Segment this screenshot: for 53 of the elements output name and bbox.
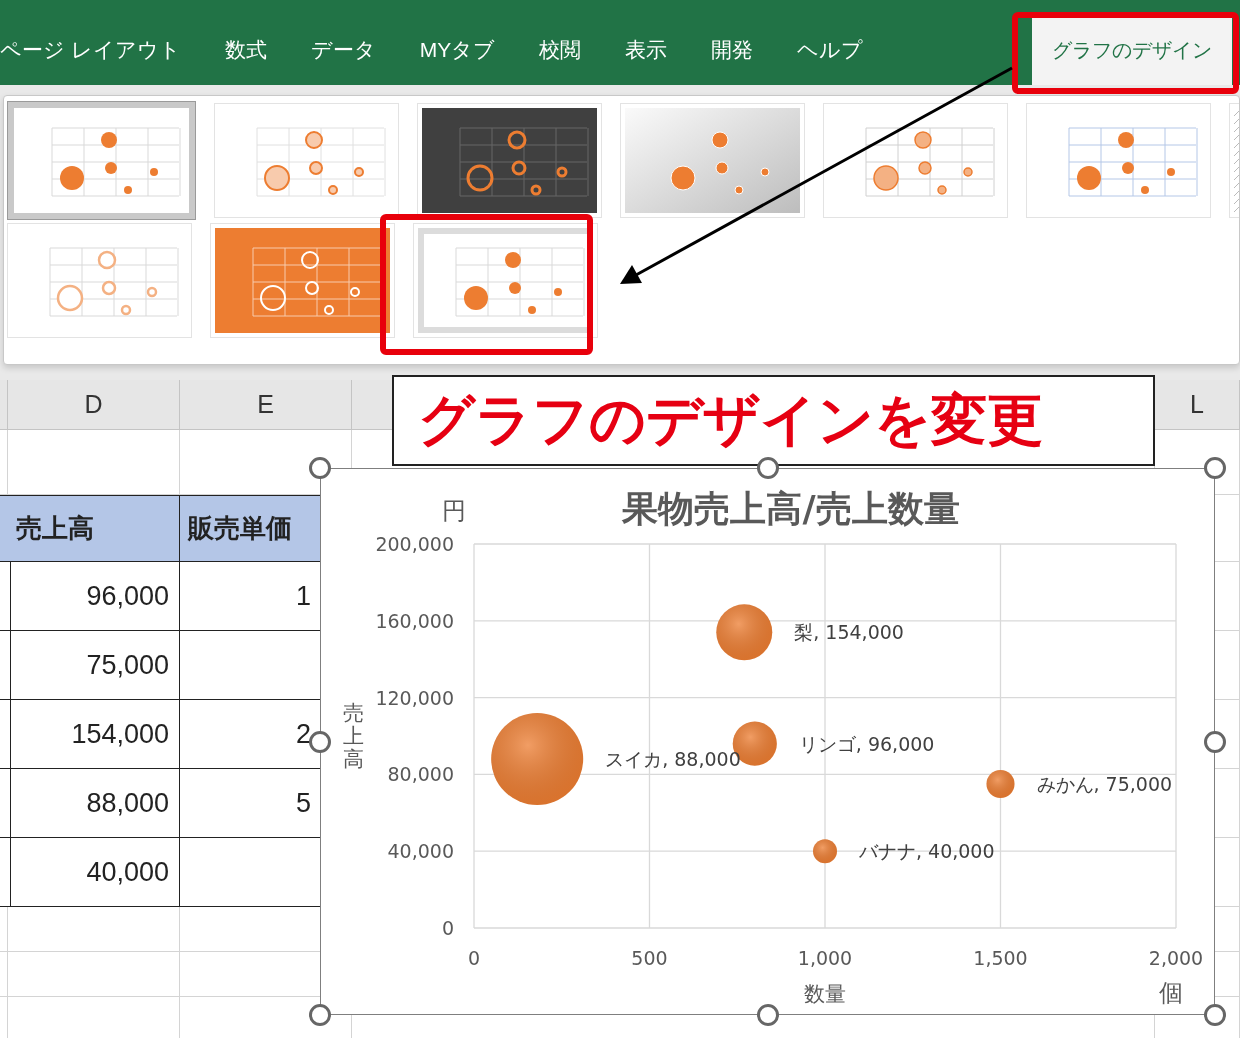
- ribbon-tab[interactable]: MYタブ: [397, 15, 518, 85]
- ribbon-tab[interactable]: 開発: [689, 15, 776, 85]
- y-tick-label: 80,000: [387, 763, 454, 786]
- table-cell: 40,000: [8, 838, 180, 907]
- sheet-cell: [0, 562, 11, 631]
- sheet-cell: [0, 631, 11, 700]
- bubble: [986, 769, 1015, 799]
- y-unit-label: 円: [442, 497, 466, 525]
- y-tick-label: 40,000: [387, 840, 454, 863]
- column-header: L: [1155, 380, 1240, 430]
- table-cell: 88,000: [8, 769, 180, 838]
- data-label: 梨, 154,000: [794, 621, 904, 644]
- y-tick-label: 120,000: [375, 686, 454, 709]
- x-tick-label: 1,500: [973, 947, 1028, 969]
- x-tick-label: 1,000: [797, 947, 853, 969]
- bubble: [716, 604, 773, 661]
- x-tick-label: 2,000: [1148, 947, 1204, 969]
- y-tick-label: 200,000: [375, 533, 454, 555]
- data-label: スイカ, 88,000: [605, 748, 741, 771]
- ribbon-tab[interactable]: 数式: [202, 15, 289, 85]
- y-tick-label: 160,000: [375, 609, 454, 632]
- chart-title: 果物売上高/売上数量: [622, 488, 960, 529]
- resize-handle[interactable]: [1204, 1004, 1226, 1026]
- x-tick-label: 0: [467, 947, 481, 969]
- y-tick-label: 0: [441, 917, 454, 939]
- column-header: D: [8, 380, 180, 430]
- ribbon-tab[interactable]: グラフのデザイン: [1032, 15, 1232, 85]
- table-cell: 75,000: [8, 631, 180, 700]
- ribbon-tab[interactable]: データ: [288, 15, 398, 85]
- data-label: バナナ, 40,000: [859, 840, 995, 863]
- resize-handle[interactable]: [309, 457, 331, 479]
- ribbon-tab[interactable]: ページ レイアウト: [0, 15, 203, 85]
- column-header: E: [180, 380, 352, 430]
- table-cell: 154,000: [8, 700, 180, 769]
- table-cell: 96,000: [8, 562, 180, 631]
- x-axis-title: 数量: [804, 982, 846, 1006]
- callout-text: グラフのデザインを変更: [392, 375, 1155, 466]
- resize-handle[interactable]: [309, 1004, 331, 1026]
- chart-area[interactable]: 円 果物売上高/売上数量 200,000 160,000 梨, 154,000 120,000 リンゴ, 96,000 スイカ, 88,000 80,000 みかん, 75,000 40,000 バナナ, 40,000 0 0 500 1,000 1,500 2,000 数量 個 売上高: [320, 468, 1215, 1015]
- data-label: リンゴ, 96,000: [798, 732, 935, 755]
- x-unit-label: 個: [1159, 979, 1183, 1007]
- ribbon-tab[interactable]: 校閲: [517, 15, 604, 85]
- sheet-cell: [0, 769, 11, 838]
- bubble: [813, 839, 837, 864]
- ribbon-tab[interactable]: ヘルプ: [775, 15, 886, 85]
- ribbon-tab[interactable]: 表示: [603, 15, 690, 85]
- resize-handle[interactable]: [309, 730, 331, 753]
- sheet-cell: [0, 700, 11, 769]
- x-tick-label: 500: [631, 947, 668, 969]
- data-label: みかん, 75,000: [1036, 773, 1173, 795]
- resize-handle[interactable]: [1204, 457, 1226, 479]
- sheet-cell: [0, 838, 11, 907]
- chart-style-thumbnail[interactable]: [7, 100, 196, 220]
